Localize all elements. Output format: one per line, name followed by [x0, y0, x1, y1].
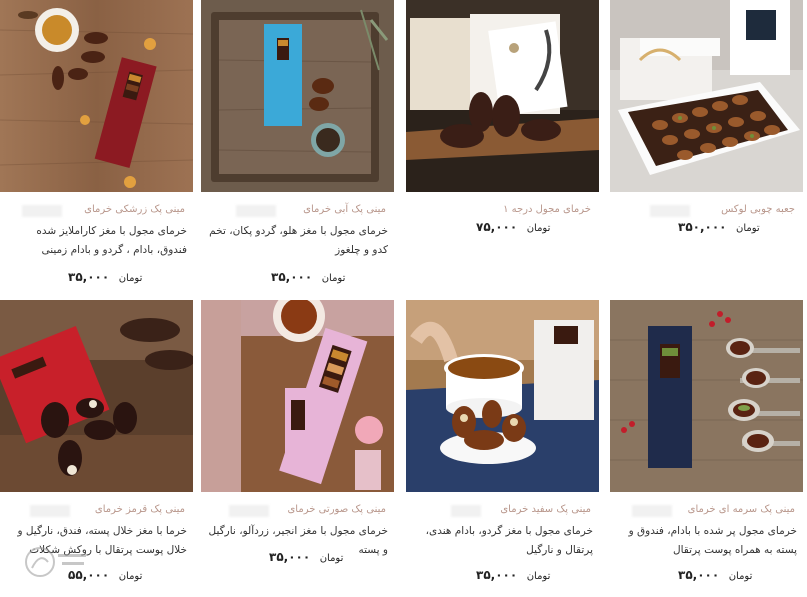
product-price: تومان ۳۵,۰۰۰ [269, 550, 343, 564]
product-category[interactable]: جعبه چوبی لوکس [721, 204, 795, 215]
product-price: تومان ۳۵۰,۰۰۰ [678, 220, 760, 234]
product-category[interactable]: مینی پک صورتی خرمای [287, 504, 386, 515]
price-value: ۳۵,۰۰۰ [269, 550, 311, 564]
product-title[interactable]: خرمای مجول پر شده با بادام، فندوق و پسته… [614, 522, 797, 560]
product-category[interactable]: مینی پک آبی خرمای [303, 204, 386, 215]
product-title[interactable]: خرمای مجول با مغز گردو، بادام هندی، پرتق… [410, 522, 593, 560]
product-price: تومان ۳۵,۰۰۰ [271, 270, 345, 284]
currency-label: تومان [736, 223, 760, 234]
currency-label: تومان [728, 571, 753, 582]
product-category[interactable]: مینی پک سرمه ای خرمای [688, 504, 795, 515]
product-card[interactable]: مینی پک سفید خرمای خرمای مجول با مغز گرد… [406, 300, 599, 597]
price-value: ۳۵,۰۰۰ [476, 568, 518, 582]
product-category[interactable]: مینی پک قرمز خرمای [95, 504, 185, 515]
price-value: ۳۵,۰۰۰ [678, 568, 720, 582]
product-price: تومان ۳۵,۰۰۰ [678, 568, 752, 582]
product-image[interactable] [201, 300, 394, 492]
watermark-logo [25, 547, 86, 577]
product-image[interactable] [406, 300, 599, 492]
price-value: ۳۵,۰۰۰ [68, 270, 110, 284]
product-card[interactable]: مینی پک آبی خرمای خرمای مجول با مغز هلو،… [201, 0, 394, 292]
currency-label: تومان [118, 273, 143, 284]
currency-label: تومان [319, 553, 344, 564]
product-title[interactable]: خرمای مجول با مغز کاراملایز شده فندوق، ب… [4, 222, 187, 260]
product-category[interactable]: خرمای مجول درجه ۱ [503, 204, 591, 215]
currency-label: تومان [321, 273, 346, 284]
product-image[interactable] [0, 0, 193, 192]
product-card[interactable]: جعبه چوبی لوکس تومان ۳۵۰,۰۰۰ [610, 0, 803, 292]
product-card[interactable]: مینی پک سرمه ای خرمای خرمای مجول پر شده … [610, 300, 803, 597]
product-card[interactable]: خرمای مجول درجه ۱ تومان ۷۵,۰۰۰ [406, 0, 599, 292]
product-image[interactable] [0, 300, 193, 492]
product-price: تومان ۳۵,۰۰۰ [476, 568, 550, 582]
product-card[interactable]: مینی پک صورتی خرمای خرمای مجول با مغز ان… [201, 300, 394, 597]
currency-label: تومان [526, 223, 551, 234]
product-image[interactable] [610, 300, 803, 492]
product-card[interactable]: مینی پک زرشکی خرمای خرمای مجول با مغز کا… [0, 0, 193, 292]
product-category[interactable]: مینی پک سفید خرمای [500, 504, 591, 515]
product-price: تومان ۷۵,۰۰۰ [476, 220, 550, 234]
product-category[interactable]: مینی پک زرشکی خرمای [84, 204, 185, 215]
price-value: ۳۵,۰۰۰ [271, 270, 313, 284]
product-title[interactable]: خرمای مجول با مغز هلو، گردو پکان، تخم کد… [205, 222, 388, 260]
currency-label: تومان [526, 571, 551, 582]
price-value: ۳۵۰,۰۰۰ [678, 220, 727, 234]
product-image[interactable] [610, 0, 803, 192]
price-value: ۷۵,۰۰۰ [476, 220, 518, 234]
currency-label: تومان [118, 571, 143, 582]
product-image[interactable] [406, 0, 599, 192]
product-image[interactable] [201, 0, 394, 192]
product-price: تومان ۳۵,۰۰۰ [68, 270, 142, 284]
